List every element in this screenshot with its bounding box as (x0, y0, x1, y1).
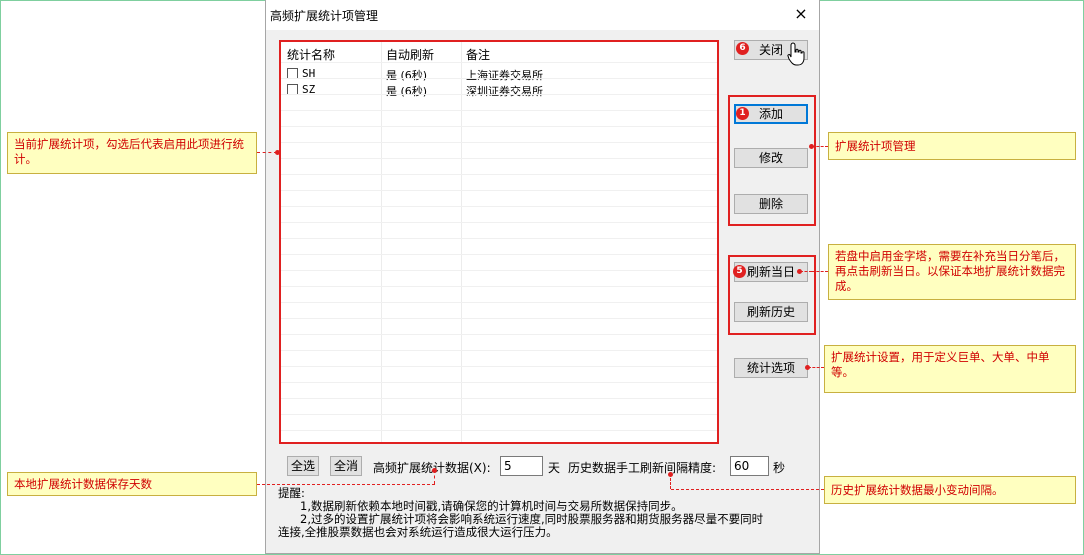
dialog-window: 高频扩展统计项管理 × 统计名称 自动刷新 备注 SH 是 (6秒) 上海证券交… (265, 0, 820, 554)
row-gridline (281, 430, 717, 431)
delete-button-label: 删除 (758, 197, 783, 211)
row-gridline (281, 206, 717, 207)
refresh-history-button[interactable]: 刷新历史 (734, 302, 808, 322)
callout-dot (809, 144, 814, 149)
stat-options-label: 统计选项 (746, 361, 795, 375)
row-gridline (281, 110, 717, 111)
window-title: 高频扩展统计项管理 (270, 9, 379, 23)
callout-manage: 扩展统计项管理 (828, 132, 1076, 160)
callout-connector (257, 152, 277, 153)
row-note: 上海证券交易所 (466, 69, 543, 82)
refresh-today-label: 刷新当日 (746, 265, 795, 279)
callout-options: 扩展统计设置，用于定义巨单、大单、中单等。 (824, 345, 1076, 393)
row-gridline (281, 78, 717, 79)
callout-connector (800, 271, 812, 272)
row-gridline (281, 190, 717, 191)
callout-days: 本地扩展统计数据保存天数 (7, 472, 257, 496)
row-gridline (281, 286, 717, 287)
modify-button-label: 修改 (758, 151, 783, 165)
list-row-sz[interactable]: SZ 是 (6秒) 深圳证券交易所 (281, 82, 717, 98)
row-gridline (281, 174, 717, 175)
row-gridline (281, 366, 717, 367)
row-gridline (281, 62, 717, 63)
tips-text: 提醒: 1,数据刷新依赖本地时间戳,请确保您的计算机时间与交易所数据保持同步。 … (278, 487, 763, 539)
step-badge-6: 6 (736, 42, 749, 55)
callout-connector (257, 484, 435, 485)
row-gridline (281, 334, 717, 335)
select-all-label: 全选 (290, 459, 315, 473)
deselect-all-label: 全消 (333, 459, 358, 473)
days-unit: 天 (548, 461, 561, 475)
title-bar: 高频扩展统计项管理 × (266, 0, 819, 30)
modify-button[interactable]: 修改 (734, 148, 808, 168)
row-gridline (281, 382, 717, 383)
row-gridline (281, 350, 717, 351)
hf-days-label: 高频扩展统计数据(X): (373, 459, 491, 476)
window-close-icon[interactable]: × (791, 4, 811, 24)
stat-items-list: 统计名称 自动刷新 备注 SH 是 (6秒) 上海证券交易所 SZ 是 (6秒)… (279, 40, 719, 444)
row-gridline (281, 302, 717, 303)
callout-dot (432, 468, 437, 473)
seconds-unit: 秒 (773, 461, 786, 475)
step-badge-1: 1 (736, 107, 749, 120)
tips-line-3: 连接,全推股票数据也会对系统运行造成很大运行压力。 (278, 525, 558, 539)
callout-connector (671, 489, 824, 490)
callout-interval: 历史扩展统计数据最小变动间隔。 (824, 476, 1076, 504)
step-badge-5: 5 (733, 265, 746, 278)
row-gridline (281, 254, 717, 255)
row-gridline (281, 222, 717, 223)
row-auto-refresh: 是 (6秒) (386, 69, 428, 82)
hand-cursor-icon (787, 42, 805, 66)
callout-dot (668, 472, 673, 477)
row-gridline (281, 398, 717, 399)
add-button-label: 添加 (758, 107, 783, 121)
callout-dot (275, 150, 280, 155)
stat-options-button[interactable]: 统计选项 (734, 358, 808, 378)
callout-dot (805, 365, 810, 370)
row-gridline (281, 142, 717, 143)
callout-refresh: 若盘中启用金字塔，需要在补充当日分笔后，再点击刷新当日。以保证本地扩展统计数据完… (828, 244, 1076, 300)
row-gridline (281, 158, 717, 159)
callout-list: 当前扩展统计项，勾选后代表启用此项进行统计。 (7, 132, 257, 174)
callout-connector (808, 367, 824, 368)
row-gridline (281, 94, 717, 95)
callout-connector (812, 271, 828, 272)
row-gridline (281, 270, 717, 271)
column-header-name[interactable]: 统计名称 (287, 46, 335, 63)
callout-connector (812, 146, 828, 147)
hist-interval-input[interactable]: 60 (730, 456, 769, 476)
row-gridline (281, 318, 717, 319)
column-header-note[interactable]: 备注 (466, 46, 490, 63)
row-gridline (281, 414, 717, 415)
deselect-all-button[interactable]: 全消 (330, 456, 362, 476)
hf-days-input[interactable]: 5 (500, 456, 543, 476)
list-row-sh[interactable]: SH 是 (6秒) 上海证券交易所 (281, 66, 717, 82)
refresh-history-label: 刷新历史 (746, 305, 795, 319)
select-all-button[interactable]: 全选 (287, 456, 319, 476)
column-header-auto-refresh[interactable]: 自动刷新 (386, 46, 434, 63)
list-header: 统计名称 自动刷新 备注 (281, 42, 717, 62)
delete-button[interactable]: 删除 (734, 194, 808, 214)
row-note: 深圳证券交易所 (466, 85, 543, 98)
row-gridline (281, 126, 717, 127)
hist-interval-label: 历史数据手工刷新间隔精度: (568, 461, 717, 475)
row-gridline (281, 238, 717, 239)
close-button-label: 关闭 (758, 43, 783, 57)
row-auto-refresh: 是 (6秒) (386, 85, 428, 98)
